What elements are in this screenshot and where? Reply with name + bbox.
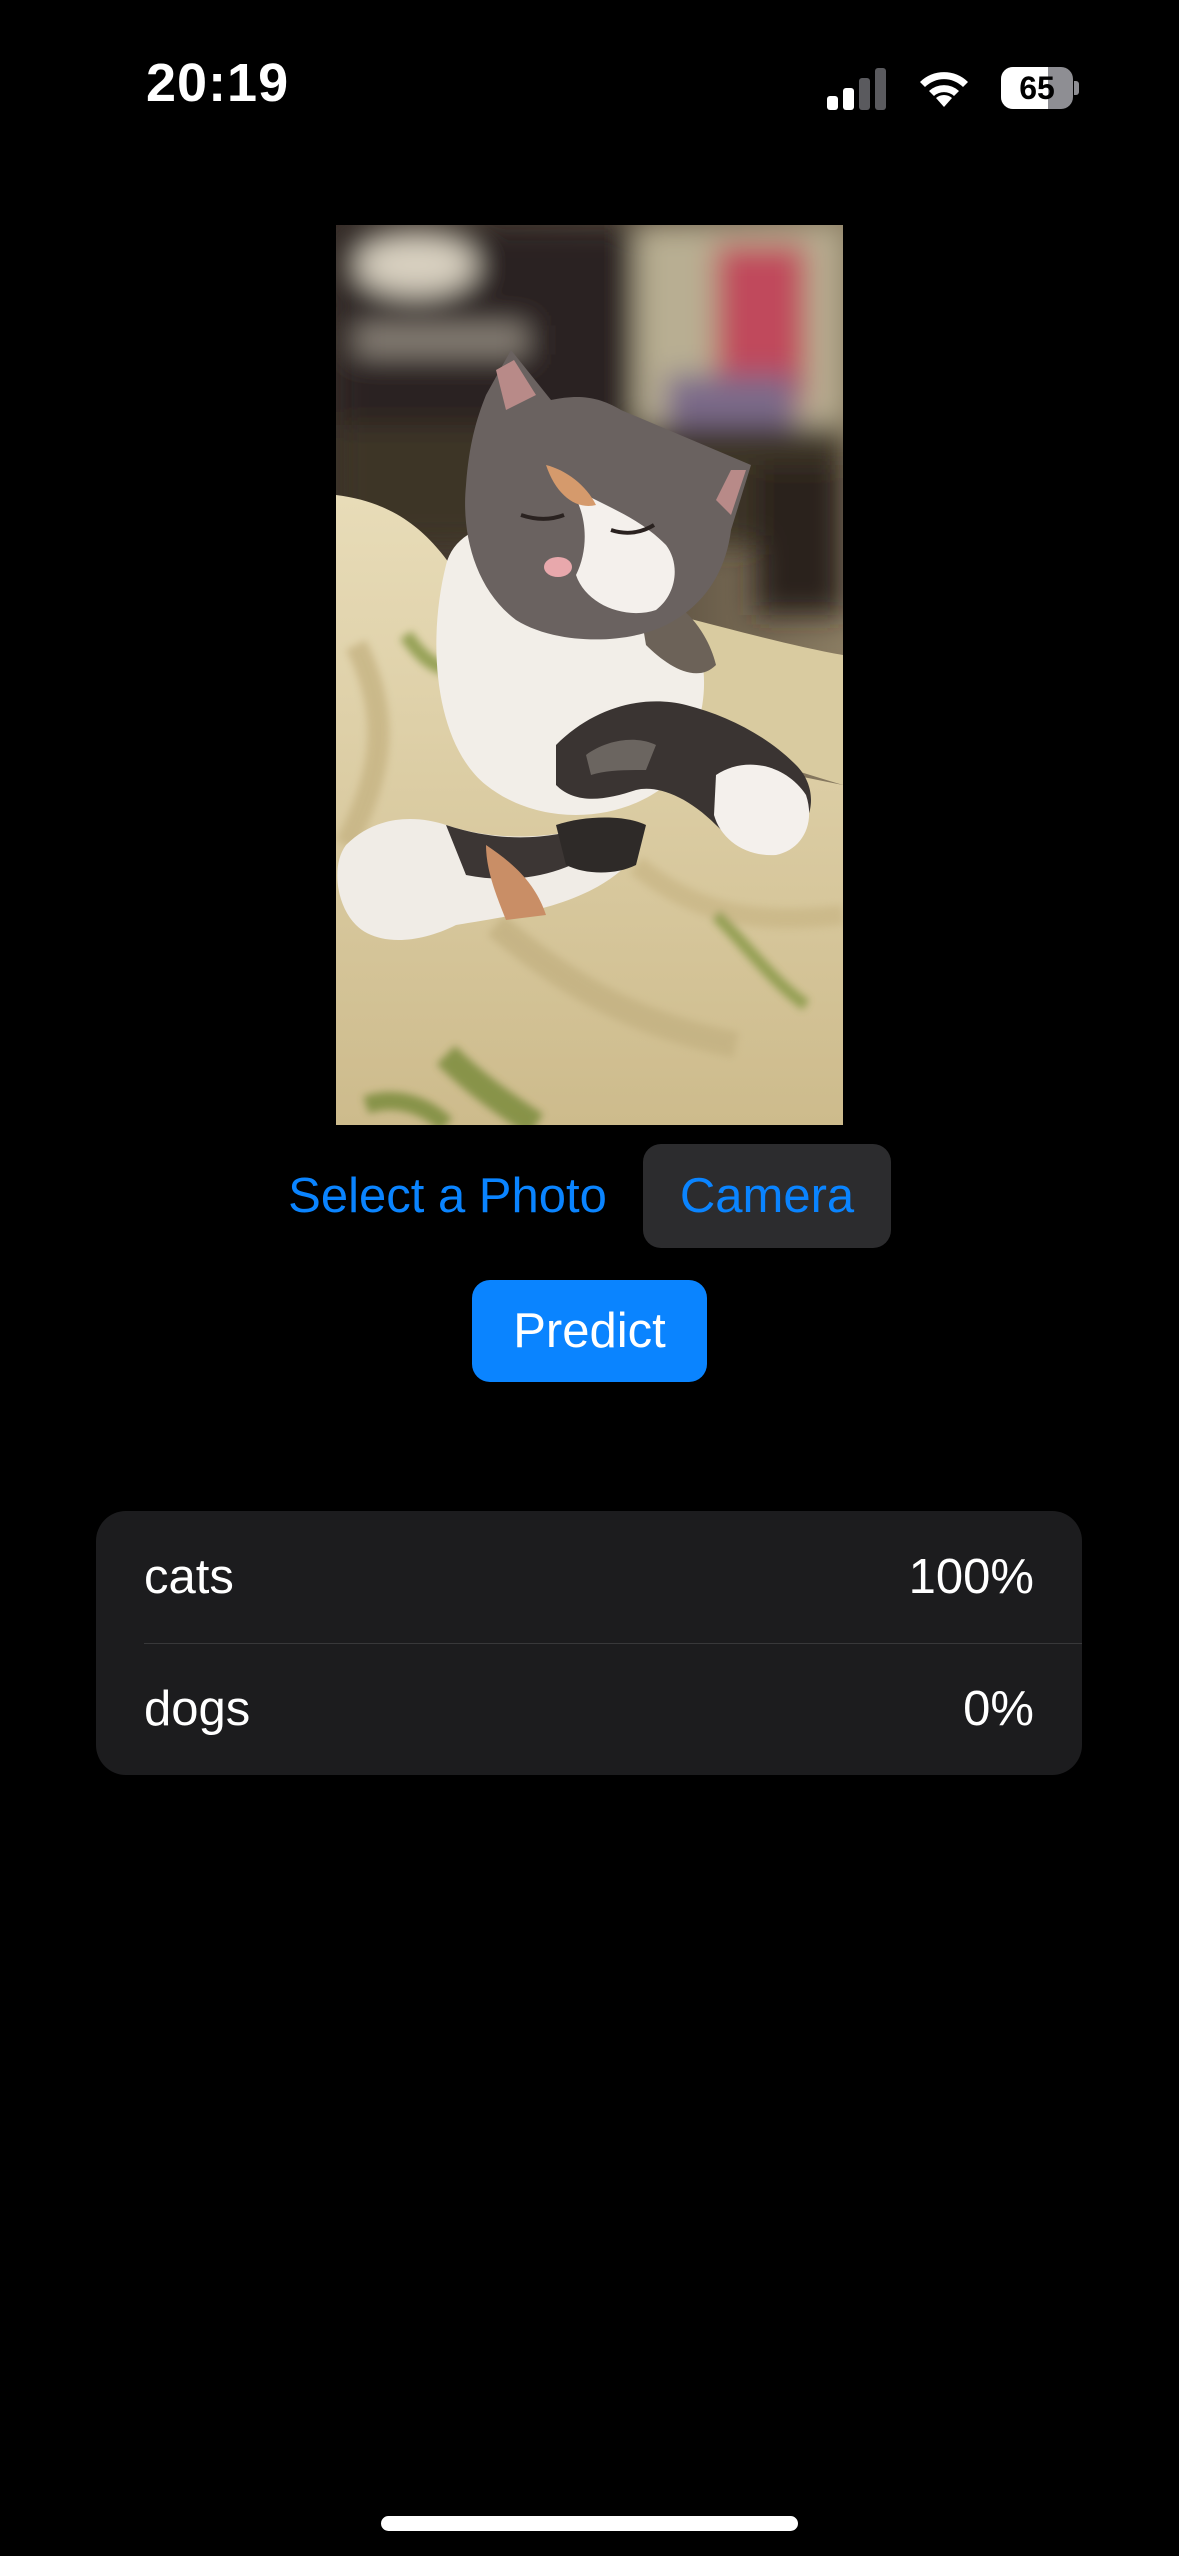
signal-bar bbox=[875, 68, 886, 110]
status-time: 20:19 bbox=[146, 53, 290, 113]
prediction-results: cats 100% dogs 0% bbox=[96, 1511, 1082, 1775]
home-indicator[interactable] bbox=[381, 2516, 798, 2531]
result-label: cats bbox=[144, 1550, 234, 1604]
camera-button[interactable]: Camera bbox=[643, 1144, 891, 1248]
calico-cat-photo bbox=[336, 225, 843, 1125]
signal-bar bbox=[859, 78, 870, 110]
result-row-cats: cats 100% bbox=[96, 1511, 1082, 1643]
signal-bar bbox=[827, 96, 838, 110]
status-bar: 20:19 65 bbox=[0, 0, 1179, 170]
result-value: 100% bbox=[908, 1550, 1034, 1604]
battery-level: 65 bbox=[1019, 70, 1055, 106]
status-icons: 65 bbox=[827, 64, 1079, 112]
result-value: 0% bbox=[963, 1682, 1034, 1736]
wifi-icon bbox=[920, 72, 968, 107]
result-label: dogs bbox=[144, 1682, 251, 1736]
photo-source-buttons: Select a Photo Camera bbox=[0, 1144, 1179, 1248]
signal-bar bbox=[843, 88, 854, 110]
predict-button[interactable]: Predict bbox=[472, 1280, 707, 1382]
battery-icon: 65 bbox=[1001, 67, 1079, 109]
cellular-signal-icon bbox=[827, 66, 887, 110]
result-row-dogs: dogs 0% bbox=[96, 1643, 1082, 1775]
select-photo-button[interactable]: Select a Photo bbox=[270, 1144, 625, 1248]
